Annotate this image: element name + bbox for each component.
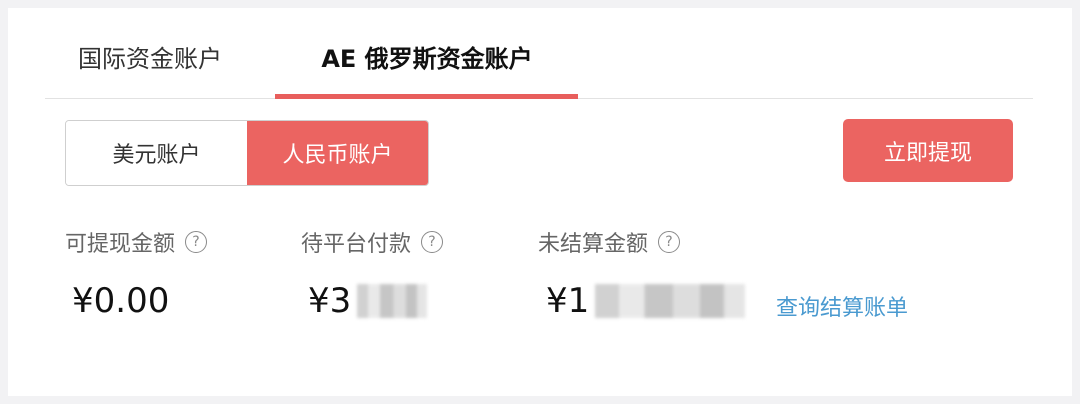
view-settlement-bill-link[interactable]: 查询结算账单	[776, 290, 908, 322]
withdrawable-amount-value: ¥0.00	[72, 280, 169, 322]
question-circle-icon[interactable]: ?	[185, 231, 208, 253]
question-circle-icon[interactable]: ?	[421, 231, 444, 253]
question-circle-icon[interactable]: ?	[658, 231, 681, 253]
withdrawable-amount-text: 可提现金额	[65, 232, 176, 257]
withdrawable-amount-label: 可提现金额 ?	[65, 228, 208, 257]
redacted-amount	[357, 284, 428, 318]
cny-account-option[interactable]: 人民币账户	[247, 121, 428, 185]
usd-account-option[interactable]: 美元账户	[66, 121, 247, 185]
account-tabs: 国际资金账户 AE 俄罗斯资金账户	[45, 8, 1033, 99]
unsettled-amount-text: 未结算金额	[538, 232, 649, 257]
tab-ae-russia-account[interactable]: AE 俄罗斯资金账户	[276, 44, 578, 98]
pending-payment-label: 待平台付款 ?	[301, 228, 444, 257]
unsettled-amount-text-value: ¥1	[546, 281, 590, 321]
pending-payment-value: ¥3	[308, 280, 428, 322]
account-card: 国际资金账户 AE 俄罗斯资金账户 美元账户 人民币账户 立即提现 可提现金额 …	[8, 8, 1072, 396]
pending-payment-text: 待平台付款	[301, 232, 412, 257]
withdrawable-amount-text-value: ¥0.00	[72, 281, 170, 321]
redacted-amount	[595, 284, 746, 318]
active-tab-indicator	[275, 94, 578, 99]
unsettled-amount-value: ¥1	[546, 280, 746, 322]
pending-payment-amount: ¥3	[308, 281, 352, 321]
currency-switch: 美元账户 人民币账户	[65, 120, 429, 186]
tab-international-account[interactable]: 国际资金账户	[78, 44, 222, 98]
withdraw-now-button[interactable]: 立即提现	[843, 119, 1013, 182]
unsettled-amount-label: 未结算金额 ?	[538, 228, 681, 257]
